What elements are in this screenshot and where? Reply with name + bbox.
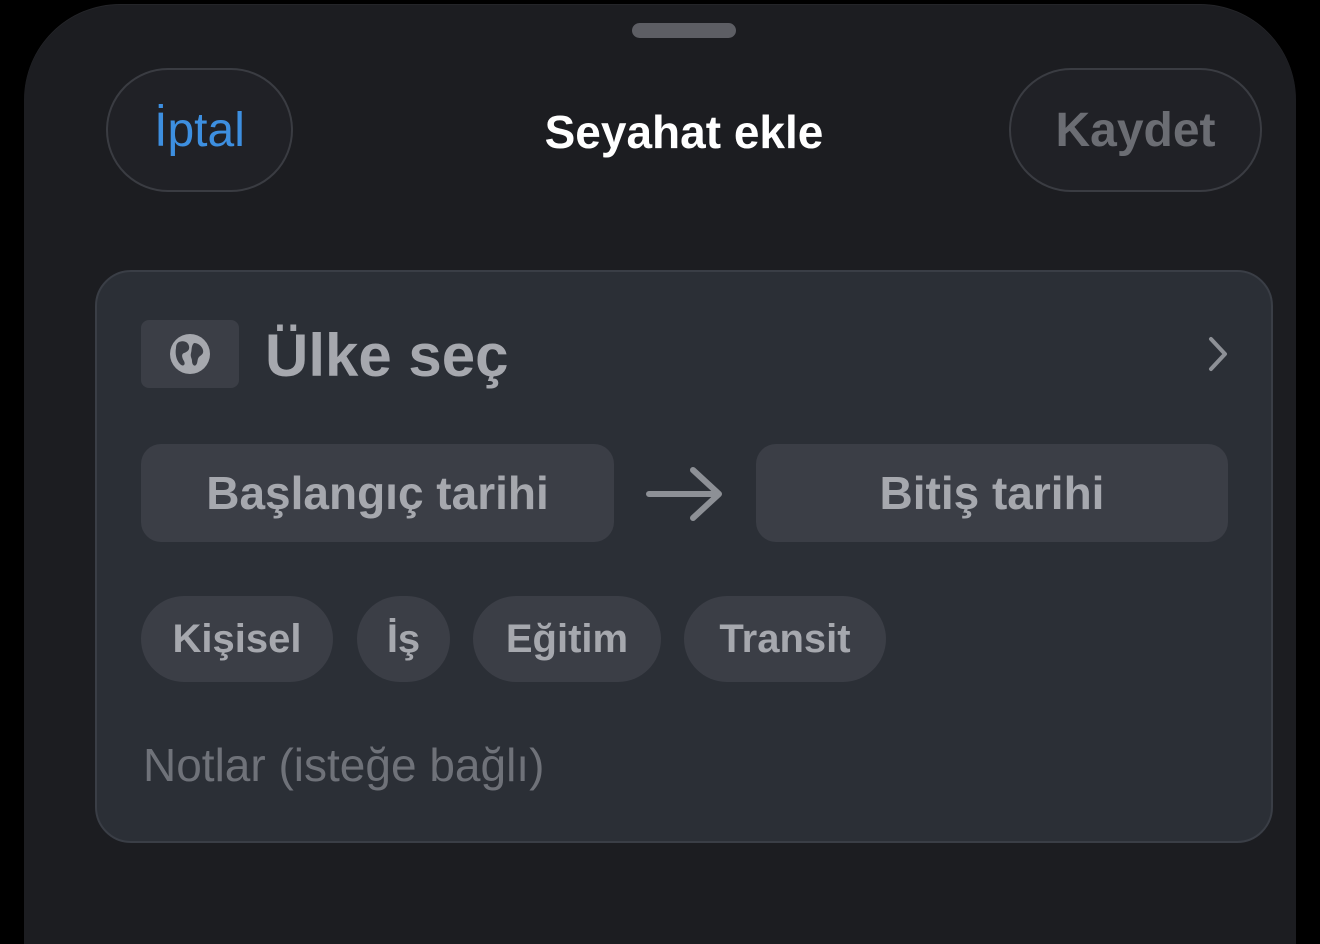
trip-type-chip-personal[interactable]: Kişisel [141, 596, 333, 682]
trip-type-chip-business[interactable]: İş [357, 596, 450, 682]
trip-type-chip-education[interactable]: Eğitim [473, 596, 661, 682]
save-button[interactable]: Kaydet [1009, 68, 1262, 192]
country-select-row[interactable]: Ülke seç [141, 320, 1233, 392]
chevron-right-icon [1209, 337, 1227, 371]
end-date-button[interactable]: Bitiş tarihi [756, 444, 1228, 542]
country-select-label: Ülke seç [265, 322, 509, 389]
cancel-button[interactable]: İptal [106, 68, 293, 192]
trip-type-chip-transit[interactable]: Transit [684, 596, 886, 682]
globe-icon [141, 320, 239, 388]
start-date-button[interactable]: Başlangıç tarihi [141, 444, 614, 542]
trip-form-card: Ülke seç Başlangıç tarihi Bitiş tarihi K… [95, 270, 1273, 843]
sheet-title: Seyahat ekle [544, 106, 824, 158]
notes-field[interactable]: Notlar (isteğe bağlı) [143, 734, 1223, 796]
arrow-right-icon [646, 467, 722, 521]
sheet-grabber[interactable] [632, 23, 736, 38]
add-trip-sheet: İptal Seyahat ekle Kaydet Ülke seç Başla… [24, 4, 1296, 944]
